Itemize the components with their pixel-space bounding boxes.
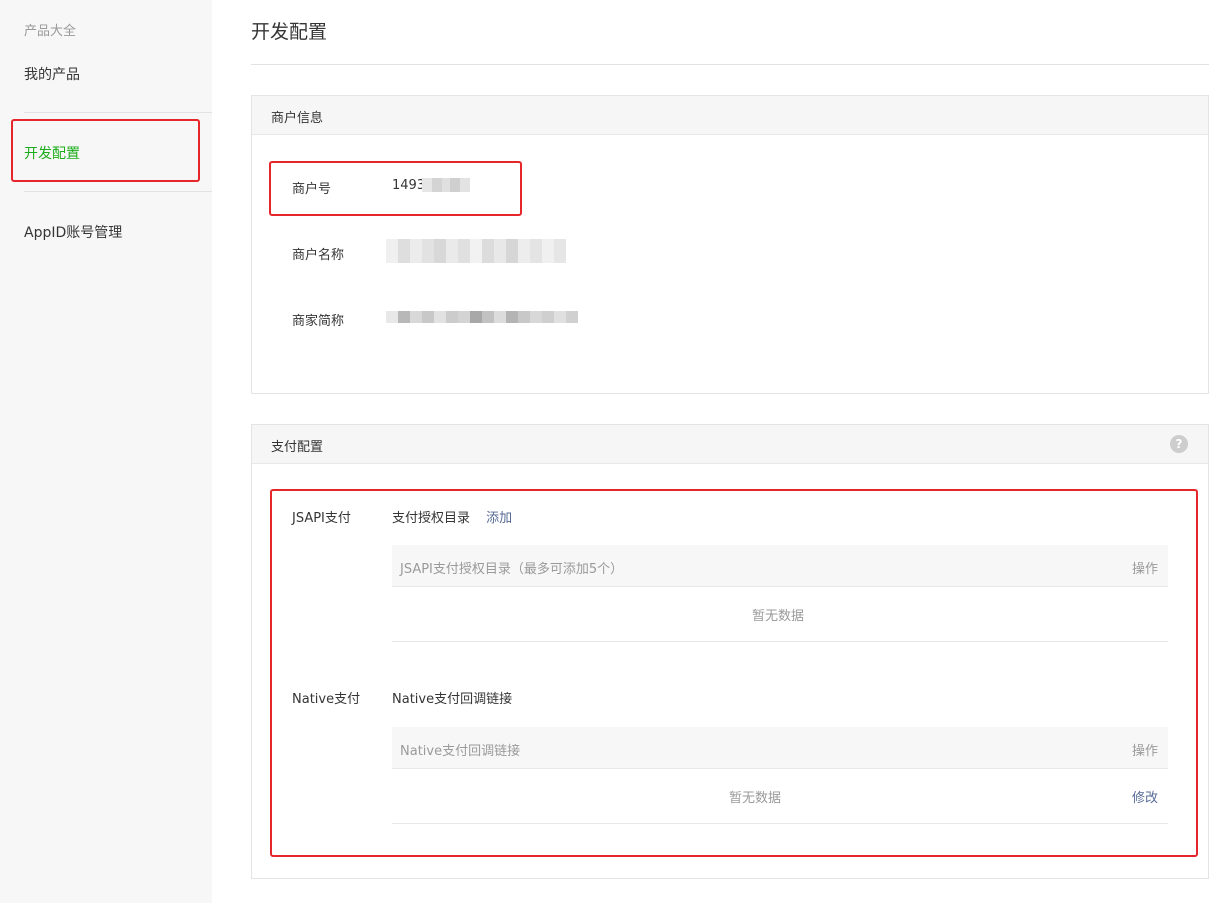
merchant-name-label: 商户名称 <box>292 248 345 263</box>
merchant-id-label: 商户号 <box>292 182 332 197</box>
merchant-short-name-redaction <box>386 311 578 323</box>
native-table-action-column: 操作 <box>1131 744 1158 759</box>
merchant-id-redaction <box>422 178 470 192</box>
merchant-short-name-label: 商家简称 <box>292 314 345 329</box>
sidebar-divider <box>24 191 212 192</box>
pay-config-title: 支付配置 <box>271 440 324 455</box>
native-table-row: 暂无数据 修改 <box>392 769 1168 824</box>
jsapi-table-header: JSAPI支付授权目录（最多可添加5个） 操作 <box>392 545 1168 587</box>
jsapi-empty-text: 暂无数据 <box>752 609 805 624</box>
sidebar-item-appid-management[interactable]: AppID账号管理 <box>24 222 122 242</box>
jsapi-table-empty-row: 暂无数据 <box>392 587 1168 642</box>
add-auth-dir-link[interactable]: 添加 <box>486 511 512 526</box>
sidebar-item-dev-config[interactable]: 开发配置 <box>24 143 80 163</box>
jsapi-auth-dir-label: 支付授权目录 <box>392 511 471 526</box>
native-callback-title: Native支付回调链接 <box>392 692 513 707</box>
merchant-info-title: 商户信息 <box>271 111 324 126</box>
sidebar-item-my-products[interactable]: 我的产品 <box>24 64 80 84</box>
merchant-info-header: 商户信息 <box>252 96 1208 135</box>
merchant-info-panel: 商户信息 商户号 1493 商户名称 商家简称 <box>251 95 1209 394</box>
question-circle-icon[interactable]: ? <box>1170 435 1188 453</box>
edit-callback-link[interactable]: 修改 <box>1132 787 1158 806</box>
main-content: 开发配置 商户信息 商户号 1493 商户名称 商家简称 支付配置 ? JSAP… <box>251 0 1209 903</box>
page-title: 开发配置 <box>251 21 328 43</box>
sidebar-heading: 产品大全 <box>24 24 77 39</box>
pay-config-header: 支付配置 ? <box>252 425 1208 464</box>
pay-config-panel: 支付配置 ? JSAPI支付 支付授权目录 添加 JSAPI支付授权目录（最多可… <box>251 424 1209 879</box>
native-table-header: Native支付回调链接 操作 <box>392 727 1168 769</box>
jsapi-auth-dir-title: 支付授权目录 添加 <box>392 507 512 526</box>
merchant-name-redaction <box>386 239 566 263</box>
jsapi-table-column: JSAPI支付授权目录（最多可添加5个） <box>400 562 624 577</box>
jsapi-table-action-column: 操作 <box>1131 562 1158 577</box>
jsapi-pay-label: JSAPI支付 <box>292 511 351 526</box>
sidebar-divider <box>24 112 212 113</box>
sidebar: 产品大全 我的产品 开发配置 AppID账号管理 <box>0 0 212 903</box>
native-table-column: Native支付回调链接 <box>400 744 521 759</box>
native-pay-label: Native支付 <box>292 692 361 707</box>
native-empty-text: 暂无数据 <box>729 791 782 806</box>
merchant-id-value: 1493 <box>392 178 426 193</box>
title-divider <box>251 64 1209 65</box>
